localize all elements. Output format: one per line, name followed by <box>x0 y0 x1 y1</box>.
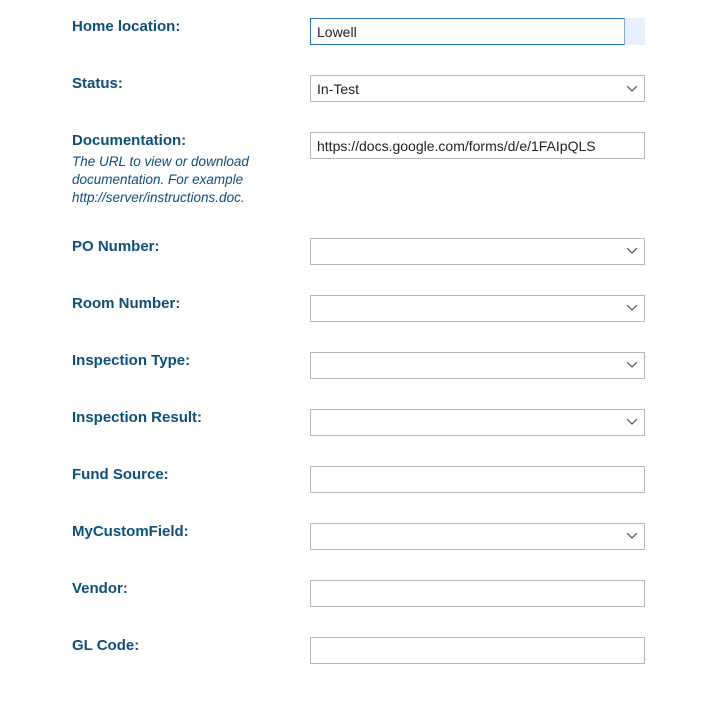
home-location-select[interactable]: Lowell <box>310 18 645 45</box>
row-home-location: Home location: Lowell <box>72 18 711 45</box>
my-custom-field-select[interactable] <box>310 523 645 550</box>
row-vendor: Vendor: <box>72 580 711 607</box>
label-inspection-result: Inspection Result: <box>72 409 290 426</box>
status-select[interactable]: In-Test <box>310 75 645 102</box>
label-vendor: Vendor: <box>72 580 290 597</box>
room-number-select[interactable] <box>310 295 645 322</box>
documentation-input[interactable] <box>310 132 645 159</box>
row-status: Status: In-Test <box>72 75 711 102</box>
row-inspection-result: Inspection Result: <box>72 409 711 436</box>
row-gl-code: GL Code: <box>72 637 711 664</box>
label-room-number: Room Number: <box>72 295 290 312</box>
label-gl-code: GL Code: <box>72 637 290 654</box>
gl-code-input[interactable] <box>310 637 645 664</box>
row-inspection-type: Inspection Type: <box>72 352 711 379</box>
label-status: Status: <box>72 75 290 92</box>
row-room-number: Room Number: <box>72 295 711 322</box>
fund-source-input[interactable] <box>310 466 645 493</box>
row-documentation: Documentation: The URL to view or downlo… <box>72 132 711 208</box>
label-my-custom-field: MyCustomField: <box>72 523 290 540</box>
inspection-result-select[interactable] <box>310 409 645 436</box>
label-documentation: Documentation: <box>72 132 290 149</box>
row-fund-source: Fund Source: <box>72 466 711 493</box>
label-home-location: Home location: <box>72 18 290 35</box>
row-po-number: PO Number: <box>72 238 711 265</box>
label-fund-source: Fund Source: <box>72 466 290 483</box>
label-inspection-type: Inspection Type: <box>72 352 290 369</box>
inspection-type-select[interactable] <box>310 352 645 379</box>
row-my-custom-field: MyCustomField: <box>72 523 711 550</box>
help-documentation: The URL to view or download documentatio… <box>72 153 290 208</box>
vendor-input[interactable] <box>310 580 645 607</box>
po-number-select[interactable] <box>310 238 645 265</box>
label-po-number: PO Number: <box>72 238 290 255</box>
